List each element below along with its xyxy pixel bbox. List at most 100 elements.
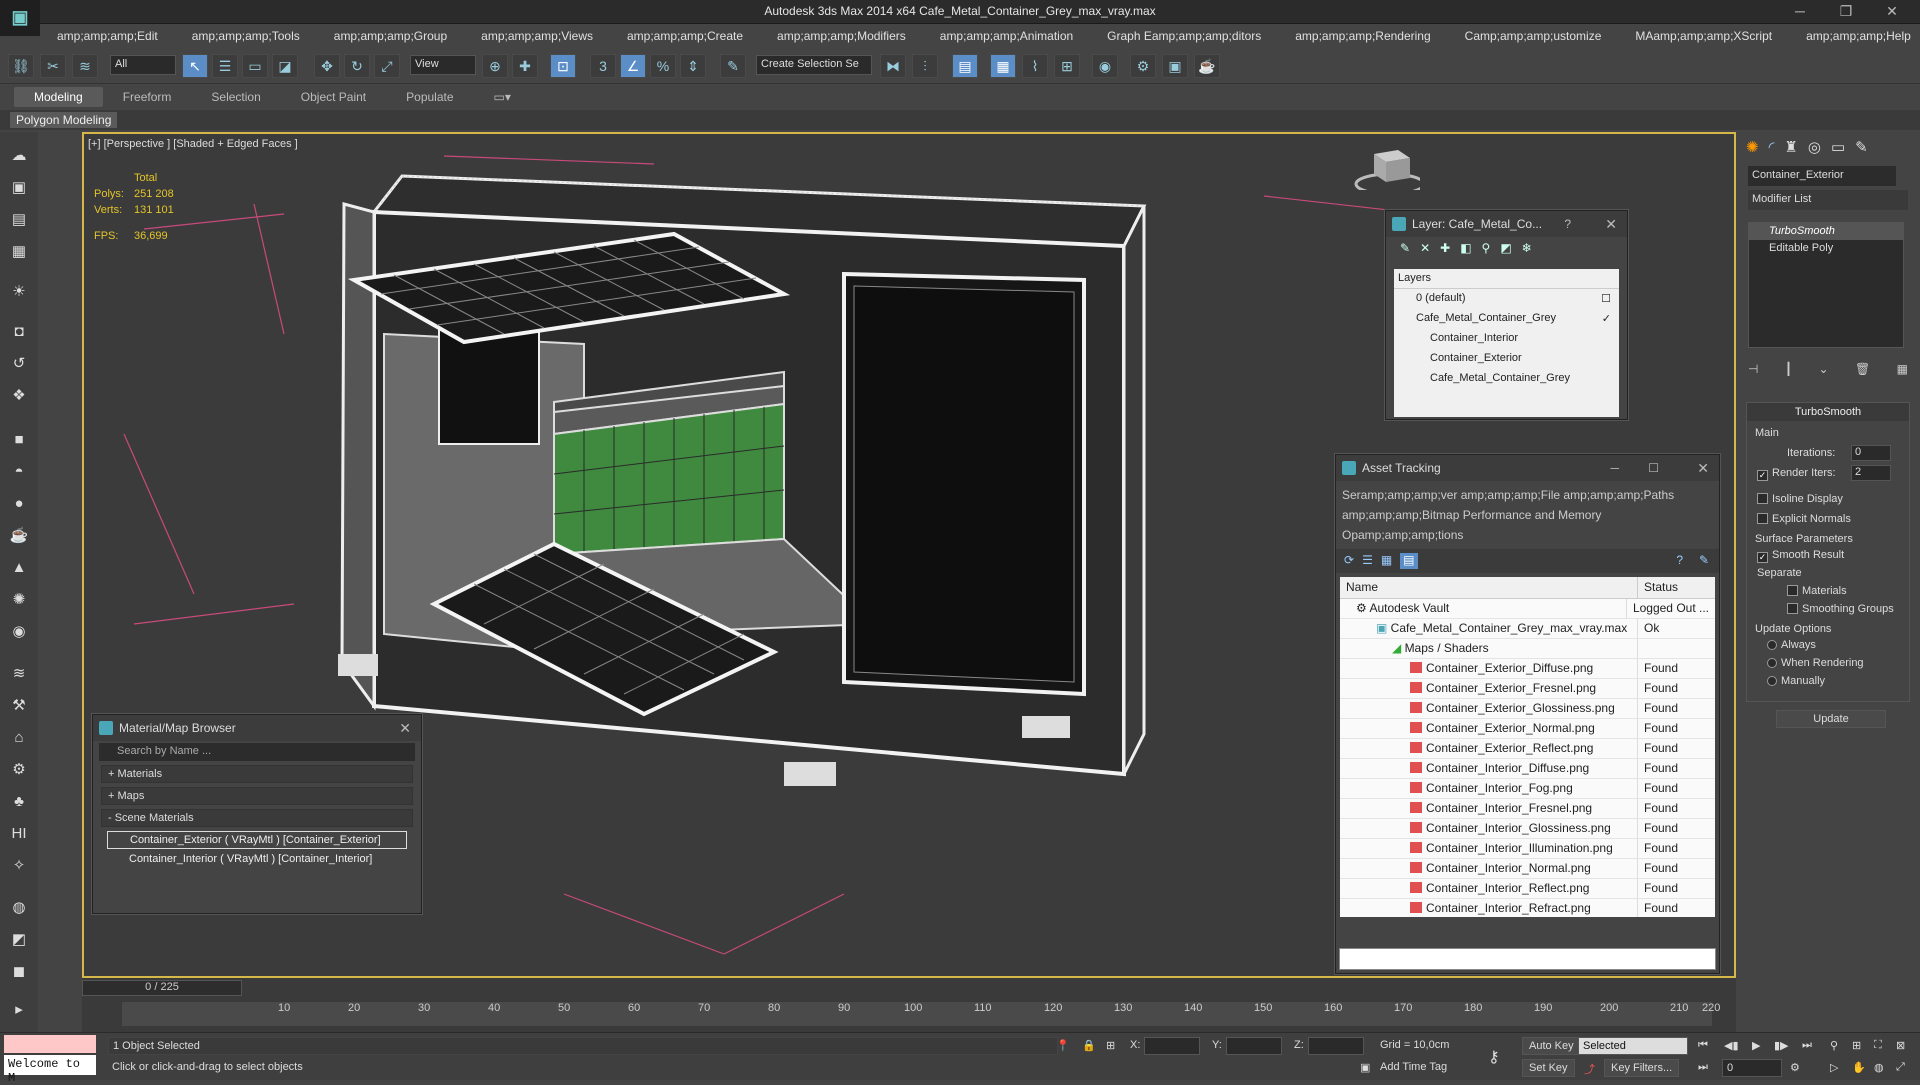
snaps-toggle-icon[interactable]: 3 [590, 54, 616, 78]
sphere-icon[interactable]: ◓ [7, 460, 31, 484]
set-key-button[interactable]: Set Key [1522, 1059, 1575, 1077]
column-status[interactable]: Status [1638, 577, 1684, 598]
close-icon[interactable]: ✕ [1872, 0, 1912, 24]
tab-populate[interactable]: Populate [386, 87, 473, 107]
table-row[interactable]: ▣ Cafe_Metal_Container_Grey_max_vray.max… [1340, 619, 1715, 639]
update-button[interactable]: Update [1776, 710, 1886, 728]
reset-icon[interactable]: ↺ [7, 352, 31, 376]
smooth-result-row[interactable]: ✓ Smooth Result [1757, 549, 1844, 563]
helper-icon[interactable]: ⌂ [7, 726, 31, 750]
asset-panel-titlebar[interactable]: Asset Tracking ─ ☐ ✕ [1336, 455, 1719, 481]
torus-icon[interactable]: ◉ [7, 620, 31, 644]
make-unique-icon[interactable]: ⌄ [1819, 362, 1829, 376]
zoom-extents-all-icon[interactable]: ⊠ [1896, 1039, 1905, 1052]
help-icon[interactable]: ? [1564, 211, 1571, 237]
render-setup-icon[interactable]: ⚙ [1130, 54, 1156, 78]
add-icon[interactable]: ✚ [1440, 241, 1450, 261]
key-mode-toggle-icon[interactable]: ⏭ [1698, 1061, 1708, 1074]
schematic-view-icon[interactable]: ⊞ [1054, 54, 1080, 78]
tab-modeling[interactable]: Modeling [14, 87, 103, 107]
smoothing-groups-checkbox[interactable] [1787, 603, 1798, 614]
spinner-snap-icon[interactable]: ⇕ [680, 54, 706, 78]
globe-icon[interactable]: ◍ [7, 896, 31, 920]
layer-manager-icon[interactable]: ▤ [952, 54, 978, 78]
isoline-checkbox[interactable] [1757, 493, 1768, 504]
default-in-out-icon[interactable]: ⤴ [1584, 1061, 1595, 1077]
table-icon[interactable]: ▦ [7, 240, 31, 264]
tab-freeform[interactable]: Freeform [103, 87, 192, 107]
select-by-name-icon[interactable]: ☰ [212, 54, 238, 78]
named-selection-set-select[interactable]: Create Selection Se [756, 55, 872, 75]
reference-coord-select[interactable]: View [410, 55, 476, 75]
scene-materials-section[interactable]: - Scene Materials [101, 809, 413, 827]
move-icon[interactable]: ✥ [314, 54, 340, 78]
transform-mode-icon[interactable]: ⊞ [1106, 1039, 1115, 1052]
camera-icon[interactable]: ◘ [7, 320, 31, 344]
table-row[interactable]: Container_Exterior_Normal.png Found [1340, 719, 1715, 739]
table-row[interactable]: Container_Interior_Reflect.png Found [1340, 879, 1715, 899]
highlight-icon[interactable]: ◧ [1460, 241, 1471, 261]
material-item[interactable]: Container_Interior ( VRayMtl ) [Containe… [107, 851, 407, 869]
rotate-icon[interactable]: ↻ [344, 54, 370, 78]
utilities-tab-icon[interactable]: ✎ [1855, 138, 1868, 160]
display-tab-icon[interactable]: ▭ [1831, 138, 1845, 160]
pivot-center-icon[interactable]: ⊕ [482, 54, 508, 78]
modify-tab-icon[interactable]: ◜ [1769, 138, 1775, 160]
auto-key-button[interactable]: Auto Key [1522, 1037, 1581, 1055]
cone-icon[interactable]: ▲ [7, 556, 31, 580]
app-logo-icon[interactable]: ▣ [0, 0, 40, 36]
table-row[interactable]: Container_Interior_Fresnel.png Found [1340, 799, 1715, 819]
y-coordinate-input[interactable] [1226, 1037, 1282, 1055]
material-search-input[interactable]: Search by Name ... [99, 743, 415, 761]
table-row[interactable]: Container_Interior_Refract.png Found [1340, 899, 1715, 917]
refresh-icon[interactable]: ⟳ [1344, 553, 1354, 569]
menu-tools[interactable]: amp;amp;amp;Tools [175, 29, 317, 43]
material-browser-titlebar[interactable]: Material/Map Browser ✕ [93, 715, 421, 741]
material-editor-icon[interactable]: ◉ [1092, 54, 1118, 78]
field-of-view-icon[interactable]: ▷ [1830, 1061, 1838, 1074]
current-frame-input[interactable]: 0 [1722, 1059, 1782, 1077]
list-icon[interactable]: ☰ [1362, 553, 1373, 569]
layer-active-checkmark[interactable]: ✓ [1602, 312, 1611, 325]
region-select-icon[interactable]: ▭ [242, 54, 268, 78]
turbosmooth-title[interactable]: TurboSmooth [1747, 403, 1909, 421]
viewcube-icon[interactable] [1350, 140, 1420, 190]
box-icon[interactable]: ■ [7, 428, 31, 452]
hierarchy-tab-icon[interactable]: ♜ [1784, 138, 1797, 160]
motion-tab-icon[interactable]: ◎ [1808, 138, 1821, 160]
close-icon[interactable]: ✕ [1697, 455, 1709, 481]
link-icon[interactable]: ⛓ [8, 54, 34, 78]
table-view-icon[interactable]: ▤ [1400, 553, 1418, 569]
asset-menu-line1[interactable]: Seramp;amp;amp;ver amp;amp;amp;File amp;… [1342, 485, 1713, 505]
close-icon[interactable]: ✕ [399, 715, 411, 741]
max-script-icon[interactable]: ◼ [7, 960, 31, 984]
menu-create[interactable]: amp;amp;amp;Create [610, 29, 760, 43]
menu-customize[interactable]: Camp;amp;amp;ustomize [1448, 29, 1619, 43]
materials-section[interactable]: + Materials [101, 765, 413, 783]
when-rendering-radio[interactable] [1767, 658, 1777, 668]
layer-row[interactable]: 0 (default) ☐ [1394, 289, 1619, 309]
maps-section[interactable]: + Maps [101, 787, 413, 805]
table-row[interactable]: Container_Exterior_Glossiness.png Found [1340, 699, 1715, 719]
isolate-icon[interactable]: 📍 [1056, 1039, 1070, 1052]
table-row[interactable]: Container_Exterior_Reflect.png Found [1340, 739, 1715, 759]
next-frame-icon[interactable]: ▮▶ [1774, 1039, 1789, 1052]
menu-modifiers[interactable]: amp;amp;amp;Modifiers [760, 29, 923, 43]
smooth-result-checkbox[interactable]: ✓ [1757, 552, 1768, 563]
manually-radio[interactable] [1767, 676, 1777, 686]
shell-icon[interactable]: ✧ [7, 854, 31, 878]
menu-views[interactable]: amp;amp;amp;Views [464, 29, 610, 43]
render-production-icon[interactable]: ☕ [1194, 54, 1220, 78]
smoothing-groups-row[interactable]: Smoothing Groups [1787, 603, 1894, 615]
goto-end-icon[interactable]: ⏭ [1802, 1039, 1812, 1052]
rendered-frame-icon[interactable]: ▣ [1162, 54, 1188, 78]
show-end-result-icon[interactable]: ┃ [1785, 362, 1792, 376]
menu-group[interactable]: amp;amp;amp;Group [317, 29, 464, 43]
select-icon[interactable]: ⚲ [1482, 241, 1491, 261]
geosphere-icon[interactable]: ● [7, 492, 31, 516]
layer-row[interactable]: Cafe_Metal_Container_Grey [1394, 369, 1619, 389]
gear-icon[interactable]: ⚙ [7, 758, 31, 782]
layer-row[interactable]: Cafe_Metal_Container_Grey ✓ [1394, 309, 1619, 329]
asset-menu-line2[interactable]: amp;amp;amp;Bitmap Performance and Memor… [1342, 505, 1713, 525]
layer-new-icon[interactable]: ✎ [1400, 241, 1410, 261]
